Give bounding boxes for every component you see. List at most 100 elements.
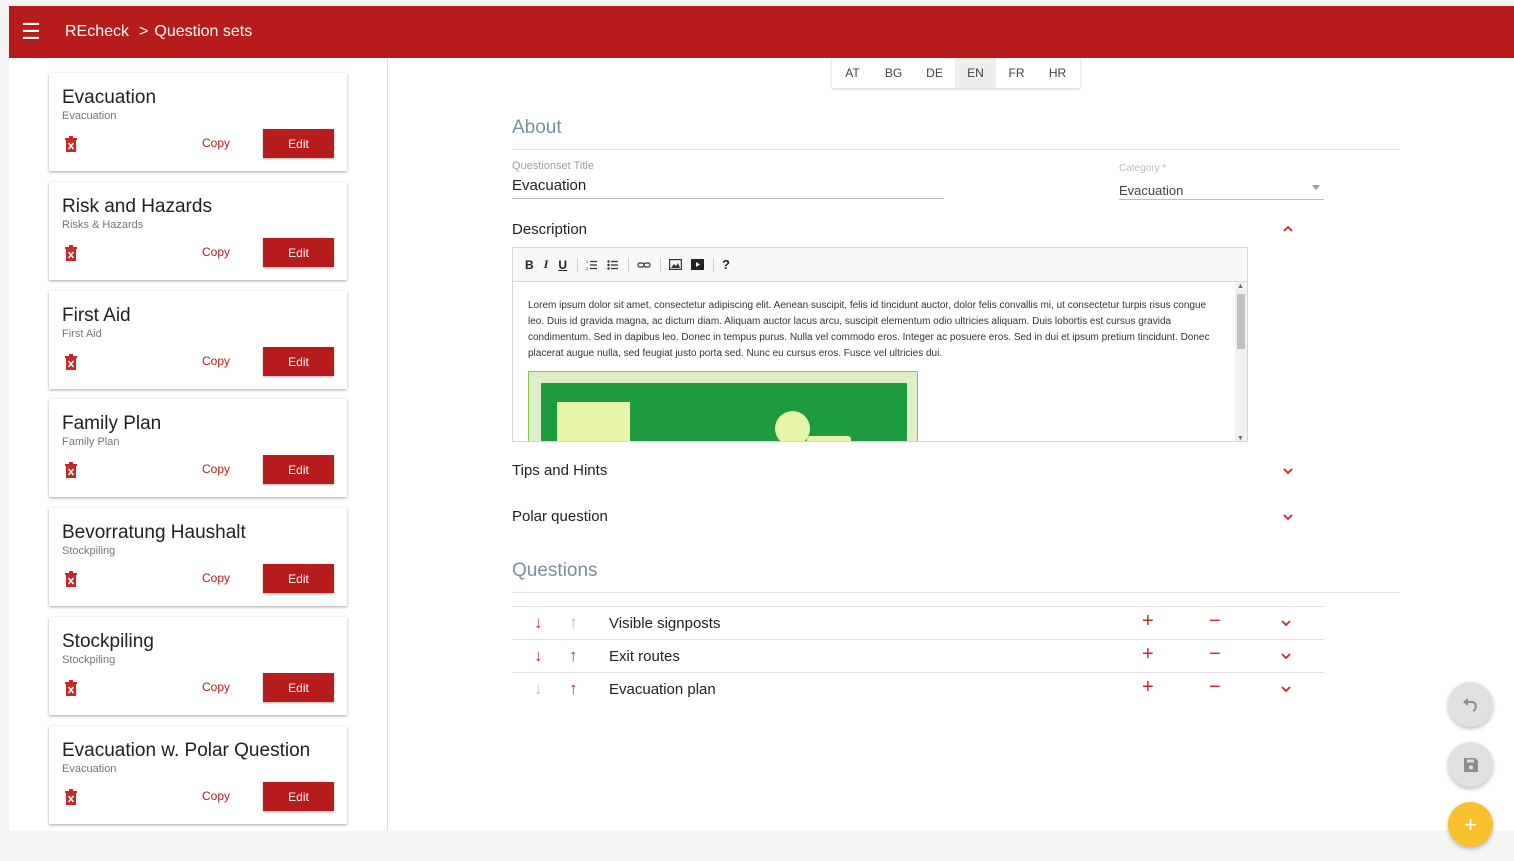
tab-language-hr[interactable]: HR [1037, 58, 1078, 88]
sign-door-shape [557, 402, 630, 441]
chevron-down-icon[interactable] [1279, 618, 1293, 628]
delete-icon[interactable] [64, 135, 78, 153]
copy-button[interactable]: Copy [202, 245, 230, 259]
description-editor[interactable]: B I U 12 ? Lorem ipsum dolor sit amet, c… [512, 247, 1248, 442]
question-set-card[interactable]: Stockpiling Stockpiling Copy Edit [49, 617, 347, 715]
add-icon[interactable]: + [1142, 676, 1154, 699]
title-field-underline [512, 198, 944, 199]
app-name[interactable]: REcheck [65, 23, 129, 41]
edit-button[interactable]: Edit [263, 564, 334, 593]
breadcrumb: REcheck > Question sets [65, 23, 252, 41]
sign-body-shape [807, 436, 851, 441]
undo-button[interactable] [1448, 682, 1493, 727]
card-title: Bevorratung Haushalt [62, 522, 246, 543]
tips-heading[interactable]: Tips and Hints [512, 462, 607, 479]
question-label: Exit routes [609, 648, 680, 665]
question-row[interactable]: ↓ ↑ Evacuation plan + − [512, 672, 1324, 705]
remove-icon[interactable]: − [1209, 643, 1221, 666]
question-set-card[interactable]: First Aid First Aid Copy Edit [49, 291, 347, 389]
copy-button[interactable]: Copy [202, 136, 230, 150]
menu-icon[interactable]: ☰ [9, 6, 53, 58]
edit-button[interactable]: Edit [263, 782, 334, 811]
breadcrumb-current: Question sets [154, 23, 253, 40]
edit-button[interactable]: Edit [263, 129, 334, 158]
chevron-down-icon[interactable] [1279, 684, 1293, 694]
toolbar-divider [713, 257, 715, 272]
delete-icon[interactable] [64, 788, 78, 806]
content-frame: Evacuation Evacuation Copy Edit Risk and… [9, 58, 1514, 831]
question-row[interactable]: ↓ ↑ Visible signposts + − [512, 606, 1324, 639]
language-tabs: AT BG DE EN FR HR [832, 58, 1080, 88]
toolbar-divider [628, 257, 630, 272]
questions-heading: Questions [512, 560, 598, 581]
card-title: First Aid [62, 305, 131, 326]
tab-language-de[interactable]: DE [914, 58, 955, 88]
question-label: Evacuation plan [609, 681, 716, 698]
title-field-label: Questionset Title [512, 160, 594, 172]
remove-icon[interactable]: − [1209, 676, 1221, 699]
image-icon[interactable] [669, 259, 683, 270]
delete-icon[interactable] [64, 244, 78, 262]
move-up-icon[interactable]: ↑ [569, 646, 578, 666]
move-down-icon[interactable]: ↓ [534, 613, 543, 633]
card-title: Risk and Hazards [62, 196, 212, 217]
delete-icon[interactable] [64, 570, 78, 588]
copy-button[interactable]: Copy [202, 462, 230, 476]
delete-icon[interactable] [64, 679, 78, 697]
underline-button[interactable]: U [558, 258, 567, 272]
tab-language-fr[interactable]: FR [996, 58, 1037, 88]
copy-button[interactable]: Copy [202, 680, 230, 694]
category-select[interactable]: Evacuation [1119, 183, 1183, 198]
save-button[interactable] [1448, 742, 1493, 787]
copy-button[interactable]: Copy [202, 789, 230, 803]
bold-button[interactable]: B [525, 258, 534, 272]
ordered-list-icon[interactable]: 12 [586, 259, 598, 271]
question-set-card[interactable]: Family Plan Family Plan Copy Edit [49, 399, 347, 497]
scrollbar-thumb[interactable] [1237, 294, 1245, 349]
tab-language-at[interactable]: AT [832, 58, 873, 88]
move-up-icon[interactable]: ↑ [569, 679, 578, 699]
question-set-card[interactable]: Evacuation w. Polar Question Evacuation … [49, 726, 347, 824]
video-icon[interactable] [691, 259, 705, 270]
copy-button[interactable]: Copy [202, 354, 230, 368]
tab-language-bg[interactable]: BG [873, 58, 914, 88]
chevron-down-icon[interactable] [1281, 466, 1295, 476]
add-question-set-button[interactable]: + [1448, 802, 1493, 847]
question-set-card[interactable]: Risk and Hazards Risks & Hazards Copy Ed… [49, 182, 347, 280]
editor-text[interactable]: Lorem ipsum dolor sit amet, consectetur … [528, 298, 1218, 362]
description-heading[interactable]: Description [512, 221, 587, 238]
add-icon[interactable]: + [1142, 610, 1154, 633]
remove-icon[interactable]: − [1209, 610, 1221, 633]
italic-button[interactable]: I [544, 257, 549, 272]
bullet-list-icon[interactable] [607, 259, 619, 271]
move-down-icon[interactable]: ↓ [534, 646, 543, 666]
editor-toolbar: B I U 12 ? [513, 248, 1247, 282]
title-field[interactable]: Evacuation [512, 177, 586, 194]
chevron-down-icon[interactable] [1281, 512, 1295, 522]
delete-icon[interactable] [64, 353, 78, 371]
edit-button[interactable]: Edit [263, 347, 334, 376]
link-icon[interactable] [637, 260, 651, 270]
dropdown-arrow-icon[interactable] [1312, 185, 1320, 190]
question-row[interactable]: ↓ ↑ Exit routes + − [512, 639, 1324, 672]
edit-button[interactable]: Edit [263, 673, 334, 702]
polar-question-heading[interactable]: Polar question [512, 508, 608, 525]
copy-button[interactable]: Copy [202, 571, 230, 585]
app-bar: ☰ REcheck > Question sets [9, 6, 1514, 58]
card-title: Evacuation w. Polar Question [62, 740, 311, 761]
add-icon[interactable]: + [1142, 643, 1154, 666]
help-button[interactable]: ? [722, 257, 730, 272]
question-set-card[interactable]: Evacuation Evacuation Copy Edit [49, 73, 347, 171]
edit-button[interactable]: Edit [263, 238, 334, 267]
delete-icon[interactable] [64, 461, 78, 479]
card-subtitle: Stockpiling [62, 545, 116, 557]
question-set-card[interactable]: Bevorratung Haushalt Stockpiling Copy Ed… [49, 508, 347, 606]
editor-scrollbar[interactable]: ▲ ▼ [1235, 282, 1247, 441]
chevron-up-icon[interactable] [1281, 224, 1295, 234]
scroll-up-icon[interactable]: ▲ [1237, 283, 1244, 290]
chevron-down-icon[interactable] [1279, 651, 1293, 661]
edit-button[interactable]: Edit [263, 455, 334, 484]
scroll-down-icon[interactable]: ▼ [1237, 435, 1244, 441]
tab-language-en[interactable]: EN [955, 58, 996, 88]
move-up-icon: ↑ [569, 613, 578, 632]
